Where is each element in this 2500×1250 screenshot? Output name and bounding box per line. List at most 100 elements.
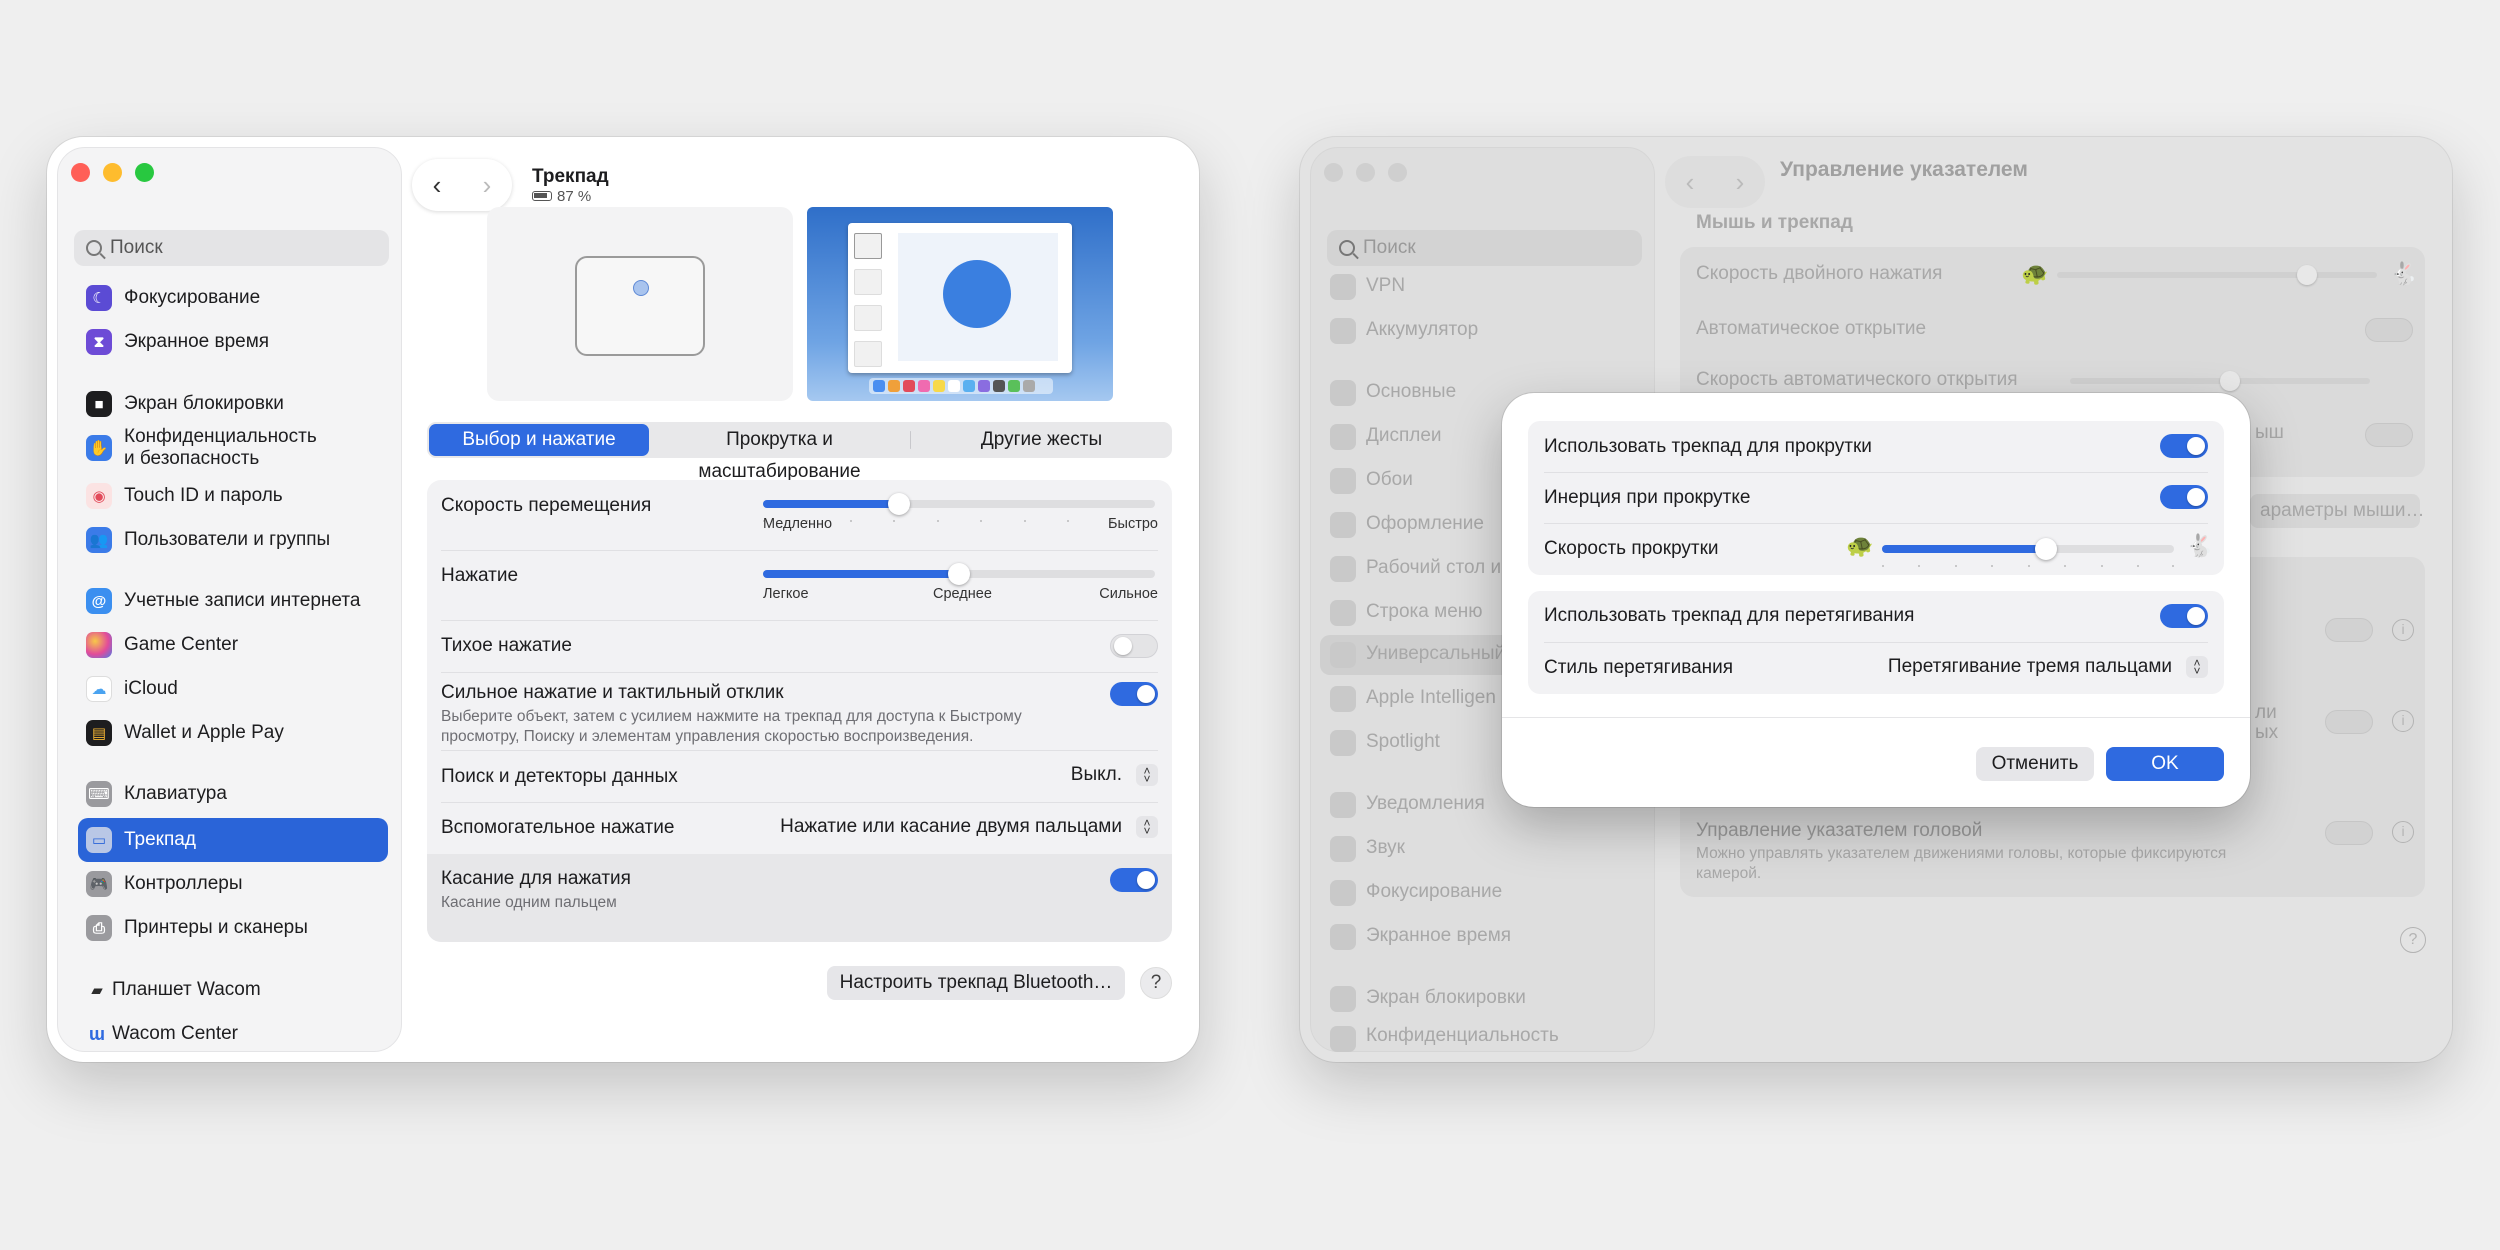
scroll-options-group: Использовать трекпад для прокрутки Инерц… (1528, 421, 2224, 575)
sidebar-item-general[interactable]: Основные (1366, 381, 1456, 403)
sidebar-item-wacom-tablet[interactable]: ▰ Планшет Wacom (78, 970, 388, 1010)
slider-knob[interactable] (2035, 538, 2057, 560)
sidebar-item-displays[interactable]: Дисплеи (1366, 425, 1442, 447)
sidebar-item-sound[interactable]: Звук (1366, 837, 1405, 859)
slider-max-label: Быстро (1108, 516, 1158, 532)
preview-dock (869, 378, 1053, 394)
sidebar-item-battery[interactable]: Аккумулятор (1366, 319, 1478, 341)
notifications-icon (1330, 792, 1356, 818)
use-drag-toggle[interactable] (2160, 604, 2208, 628)
minimize-button[interactable] (1356, 163, 1375, 182)
close-button[interactable] (1324, 163, 1343, 182)
sidebar-item-wallpaper[interactable]: Обои (1366, 469, 1413, 491)
partial-toggle[interactable] (2365, 423, 2413, 447)
sidebar-item-screen-time[interactable]: ⧗ Экранное время (78, 322, 388, 362)
slider-knob[interactable] (888, 493, 910, 515)
back-button[interactable]: ‹ (1686, 167, 1695, 198)
lookup-label: Поиск и детекторы данных (441, 766, 678, 787)
sidebar-item-internet-accounts[interactable]: @ Учетные записи интернета (78, 581, 388, 621)
head-pointer-toggle[interactable] (2325, 821, 2373, 845)
spring-loading-toggle[interactable] (2365, 318, 2413, 342)
sidebar-item-users[interactable]: 👥 Пользователи и группы (78, 520, 388, 560)
wallet-icon: ▤ (86, 720, 112, 746)
sidebar-item-label: Контроллеры (124, 873, 243, 894)
help-button[interactable]: ? (2400, 927, 2426, 953)
search-field[interactable]: Поиск (1327, 230, 1642, 266)
gamepad-icon: 🎮 (86, 871, 112, 897)
tap-to-click-toggle[interactable] (1110, 868, 1158, 892)
ok-button[interactable]: OK (2106, 747, 2224, 781)
tracking-speed-slider[interactable] (763, 493, 1155, 522)
tab-scroll-and-zoom[interactable]: Прокрутка и масштабирование (649, 424, 910, 482)
option-toggle-2[interactable] (2325, 710, 2373, 734)
help-button[interactable]: ? (1140, 967, 1172, 999)
sidebar-item-printers[interactable]: ⎙ Принтеры и сканеры (78, 908, 388, 948)
drag-style-popup[interactable]: Перетягивание тремя пальцами ˄ ˅ (1888, 656, 2208, 678)
sidebar-item-wacom-center[interactable]: ɯ Wacom Center (78, 1014, 388, 1054)
scroll-speed-slider[interactable] (1882, 538, 2174, 567)
zoom-button[interactable] (1388, 163, 1407, 182)
sidebar-item-menu-bar[interactable]: Строка меню (1366, 601, 1483, 623)
sidebar-item-appearance[interactable]: Оформление (1366, 513, 1484, 535)
hand-icon: ✋ (86, 435, 112, 461)
forward-button[interactable]: › (483, 170, 492, 201)
tab-point-and-click[interactable]: Выбор и нажатие (429, 424, 649, 456)
drag-style-value: Перетягивание тремя пальцами (1887, 656, 2172, 677)
sidebar-item-lock-screen[interactable]: ■ Экран блокировки (78, 384, 388, 424)
inertia-toggle[interactable] (2160, 485, 2208, 509)
sidebar-item-apple-intelligence[interactable]: Apple Intelligen (1366, 687, 1496, 709)
gear-icon (1330, 380, 1356, 406)
spotlight-icon (1330, 730, 1356, 756)
close-button[interactable] (71, 163, 90, 182)
sidebar-item-privacy[interactable]: ✋ Конфиденциальность и безопасность (78, 424, 388, 472)
sidebar-item-touch-id[interactable]: ◉ Touch ID и пароль (78, 476, 388, 516)
info-icon[interactable]: i (2392, 619, 2414, 641)
sidebar-item-wallet[interactable]: ▤ Wallet и Apple Pay (78, 713, 388, 753)
slider-knob[interactable] (948, 563, 970, 585)
spring-loading-speed-slider[interactable] (2070, 371, 2370, 391)
lookup-popup[interactable]: Выкл. ˄ ˅ (1071, 764, 1158, 786)
sidebar-item-privacy[interactable]: Конфиденциальность (1366, 1025, 1559, 1047)
force-click-toggle[interactable] (1110, 682, 1158, 706)
info-icon[interactable]: i (2392, 710, 2414, 732)
printer-icon: ⎙ (86, 915, 112, 941)
sidebar-item-keyboard[interactable]: ⌨ Клавиатура (78, 774, 388, 814)
sidebar-item-accessibility[interactable]: Универсальный (1366, 643, 1505, 665)
tab-more-gestures[interactable]: Другие жесты (911, 424, 1172, 456)
back-button[interactable]: ‹ (433, 170, 442, 201)
sidebar-item-focus[interactable]: Фокусирование (1366, 881, 1502, 903)
bluetooth-trackpad-button[interactable]: Настроить трекпад Bluetooth… (827, 966, 1125, 1000)
sidebar-item-trackpad[interactable]: ▭ Трекпад (78, 818, 388, 862)
sidebar-item-game-center[interactable]: Game Center (78, 625, 388, 665)
cancel-button[interactable]: Отменить (1976, 747, 2094, 781)
sidebar-item-icloud[interactable]: ☁ iCloud (78, 669, 388, 709)
minimize-button[interactable] (103, 163, 122, 182)
click-pressure-slider[interactable] (763, 563, 1155, 585)
option-toggle-1[interactable] (2325, 618, 2373, 642)
cloud-icon: ☁ (86, 676, 112, 702)
use-scroll-toggle[interactable] (2160, 434, 2208, 458)
sidebar-item-notifications[interactable]: Уведомления (1366, 793, 1485, 815)
double-click-speed-slider[interactable] (2057, 265, 2377, 285)
preview-circle (943, 260, 1011, 328)
zoom-button[interactable] (135, 163, 154, 182)
preview-canvas (898, 233, 1058, 361)
info-icon[interactable]: i (2392, 821, 2414, 843)
silent-click-toggle[interactable] (1110, 634, 1158, 658)
sidebar-item-controllers[interactable]: 🎮 Контроллеры (78, 864, 388, 904)
secondary-click-popup[interactable]: Нажатие или касание двумя пальцами ˄ ˅ (780, 816, 1158, 838)
sidebar-item-spotlight[interactable]: Spotlight (1366, 731, 1440, 753)
sidebar-item-vpn[interactable]: VPN (1366, 275, 1405, 297)
trackpad-settings-window: Поиск ☾ Фокусирование ⧗ Экранное время ■ Эк… (47, 137, 1199, 1062)
sidebar-item-screen-time[interactable]: Экранное время (1366, 925, 1511, 947)
search-field[interactable]: Поиск (74, 230, 389, 266)
forward-button[interactable]: › (1736, 167, 1745, 198)
keyboard-icon: ⌨ (86, 781, 112, 807)
tap-to-click-row[interactable]: Касание для нажатия Касание одним пальце… (427, 854, 1172, 942)
sidebar-item-focus[interactable]: ☾ Фокусирование (78, 278, 388, 318)
click-pressure-row: Нажатие Легкое Среднее Сильное (427, 550, 1172, 620)
drag-style-row: Стиль перетягивания Перетягивание тремя … (1528, 642, 2224, 694)
trackpad-illustration (575, 256, 705, 356)
sidebar-item-lock-screen[interactable]: Экран блокировки (1366, 987, 1526, 1009)
sidebar-item-desktop[interactable]: Рабочий стол и (1366, 557, 1501, 579)
